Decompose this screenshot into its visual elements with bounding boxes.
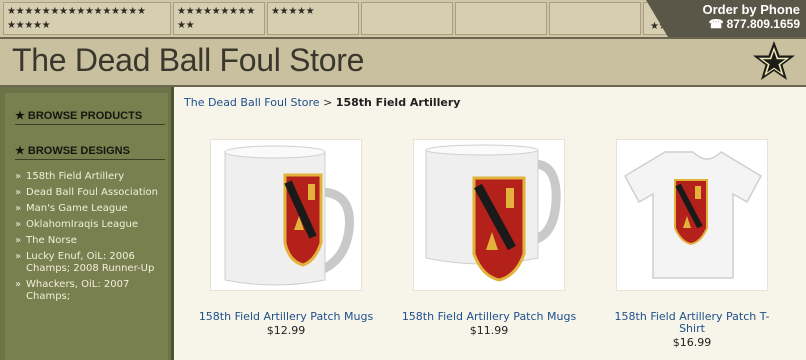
site-title[interactable]: The Dead Ball Foul Store [12, 42, 364, 79]
sidebar: ★BROWSE PRODUCTS ★BROWSE DESIGNS 158th F… [0, 87, 174, 360]
large-mug-image [224, 145, 354, 286]
product-name-link[interactable]: 158th Field Artillery Patch T-Shirt [602, 311, 782, 335]
army-star-icon [753, 41, 795, 80]
phone-number-row[interactable]: ☎ 877.809.1659 [709, 17, 800, 31]
breadcrumb-current: 158th Field Artillery [335, 96, 461, 109]
main-content: The Dead Ball Foul Store > 158th Field A… [174, 87, 806, 360]
breadcrumb-separator: > [323, 96, 333, 109]
design-link[interactable]: Whackers, OiL: 2007 Champs; [15, 279, 165, 303]
design-link[interactable]: 158th Field Artillery [15, 171, 165, 183]
design-link[interactable]: The Norse [15, 235, 165, 247]
phone-number: 877.809.1659 [726, 17, 800, 31]
design-list: 158th Field Artillery Dead Ball Foul Ass… [15, 171, 165, 307]
star-plate [549, 2, 641, 35]
star-plate [455, 2, 547, 35]
breadcrumb: The Dead Ball Foul Store > 158th Field A… [184, 96, 460, 109]
browse-products-heading[interactable]: ★ BROWSE PRODUCTS [15, 109, 165, 125]
tshirt-image [624, 151, 762, 279]
phone-icon: ☎ [708, 17, 724, 31]
product-card: 158th Field Artillery Patch Mugs $11.99 [399, 139, 579, 337]
design-link[interactable]: Dead Ball Foul Association [15, 187, 165, 199]
star-row: ★★★★★★★★★★★★★★★★ ★★★★★ [7, 6, 146, 31]
product-thumbnail[interactable] [616, 139, 768, 291]
product-name-link[interactable]: 158th Field Artillery Patch Mugs [196, 311, 376, 323]
breadcrumb-home-link[interactable]: The Dead Ball Foul Store [184, 96, 320, 109]
star-plate [361, 2, 453, 35]
star-row: ★★★★★★★★★ ★★ [177, 6, 255, 31]
design-link[interactable]: Man's Game League [15, 203, 165, 215]
star-plate: ★★★★★★★★★ ★★ [173, 2, 265, 35]
product-price: $11.99 [469, 324, 509, 337]
design-link[interactable]: Lucky Enuf, OiL: 2006 Champs; 2008 Runne… [15, 251, 165, 275]
browse-products-label: BROWSE PRODUCTS [27, 110, 143, 122]
star-row: ★★★★★ [271, 6, 315, 17]
product-card: 158th Field Artillery Patch T-Shirt $16.… [602, 139, 782, 349]
product-name-link[interactable]: 158th Field Artillery Patch Mugs [399, 311, 579, 323]
browse-designs-heading[interactable]: ★ BROWSE DESIGNS [15, 144, 165, 160]
sidebar-panel: ★BROWSE PRODUCTS ★BROWSE DESIGNS 158th F… [5, 93, 168, 360]
product-price: $16.99 [672, 336, 712, 349]
header-strip: ★★★★★★★★★★★★★★★★ ★★★★★ ★★★★★★★★★ ★★ ★★★★… [0, 0, 806, 39]
product-thumbnail[interactable] [210, 139, 362, 291]
design-link[interactable]: OklahomIraqis League [15, 219, 165, 231]
star-bullet-icon: ★ [15, 145, 25, 157]
mug-image [425, 144, 561, 282]
star-bullet-icon: ★ [15, 110, 25, 122]
site-header: The Dead Ball Foul Store [0, 39, 806, 87]
product-thumbnail[interactable] [413, 139, 565, 291]
product-price: $12.99 [266, 324, 306, 337]
product-card: 158th Field Artillery Patch Mugs $12.99 [196, 139, 376, 337]
star-plate: ★★★★★ [267, 2, 359, 35]
order-by-phone: Order by Phone ☎ 877.809.1659 [646, 0, 806, 37]
star-plate: ★★★★★★★★★★★★★★★★ ★★★★★ [3, 2, 171, 35]
phone-label: Order by Phone [702, 2, 800, 17]
browse-designs-label: BROWSE DESIGNS [27, 145, 130, 157]
